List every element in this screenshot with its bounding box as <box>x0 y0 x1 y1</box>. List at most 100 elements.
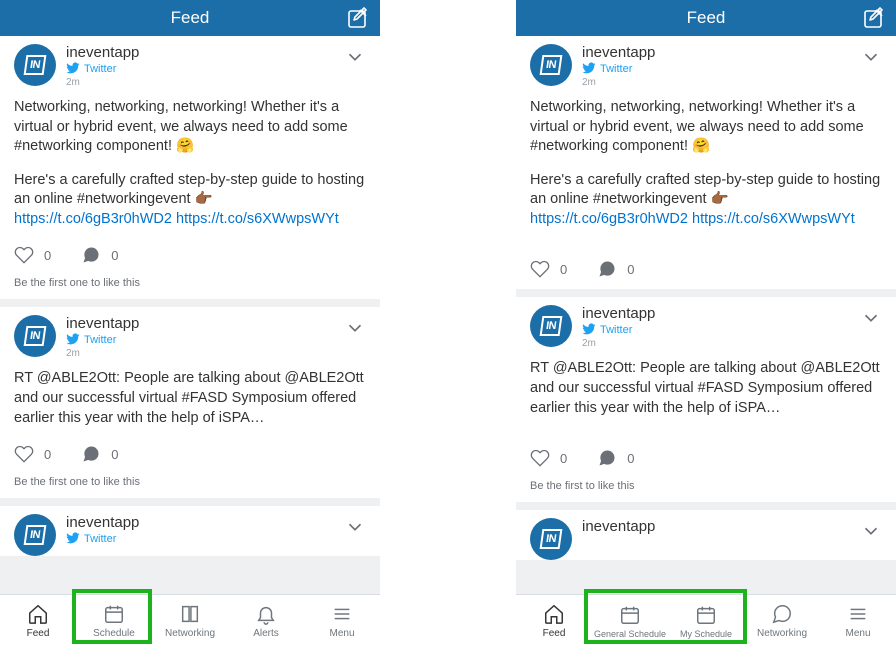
twitter-icon <box>66 333 80 347</box>
calendar-icon <box>695 604 717 626</box>
comment-button[interactable]: 0 <box>81 444 118 464</box>
post-link[interactable]: https://t.co/s6XWwpsWYt <box>692 211 855 227</box>
like-button[interactable]: 0 <box>14 444 51 464</box>
like-button[interactable]: 0 <box>530 259 567 279</box>
compose-button[interactable] <box>862 6 886 30</box>
post-author[interactable]: ineventapp <box>582 518 655 535</box>
avatar[interactable]: IN <box>530 518 572 560</box>
twitter-icon <box>582 323 596 337</box>
nav-feed[interactable]: Feed <box>0 595 76 647</box>
topbar-title: Feed <box>171 8 210 28</box>
comment-button[interactable]: 0 <box>81 245 118 265</box>
comment-count: 0 <box>627 451 634 466</box>
avatar[interactable]: IN <box>14 315 56 357</box>
compose-icon <box>346 6 370 30</box>
chevron-down-icon <box>860 307 882 329</box>
post-source: Twitter <box>84 334 116 346</box>
comment-icon <box>81 444 101 464</box>
like-count: 0 <box>560 451 567 466</box>
post-body: RT @ABLE2Ott: People are talking about @… <box>530 359 882 418</box>
post-menu-chevron[interactable] <box>344 46 366 68</box>
feed-post: IN ineventapp <box>516 510 896 560</box>
post-author[interactable]: ineventapp <box>66 315 139 332</box>
post-menu-chevron[interactable] <box>344 516 366 538</box>
comment-count: 0 <box>111 447 118 462</box>
first-like-text: Be the first one to like this <box>14 476 366 488</box>
comment-icon <box>81 245 101 265</box>
topbar: Feed <box>516 0 896 36</box>
post-link[interactable]: https://t.co/s6XWwpsWYt <box>176 211 339 227</box>
twitter-icon <box>66 62 80 76</box>
post-time: 2m <box>66 77 139 88</box>
nav-feed[interactable]: Feed <box>516 595 592 647</box>
nav-my-schedule[interactable]: My Schedule <box>668 595 744 647</box>
post-author[interactable]: ineventapp <box>66 44 139 61</box>
post-body: Networking, networking, networking! Whet… <box>530 98 882 229</box>
post-source: Twitter <box>84 533 116 545</box>
bottom-nav: Feed Schedule Networking Alerts Menu <box>0 594 380 647</box>
post-author[interactable]: ineventapp <box>66 514 139 531</box>
nav-menu[interactable]: Menu <box>304 595 380 647</box>
menu-icon <box>847 603 869 625</box>
post-author[interactable]: ineventapp <box>582 305 655 322</box>
nav-networking[interactable]: Networking <box>152 595 228 647</box>
post-link[interactable]: https://t.co/6gB3r0hWD2 <box>14 211 172 227</box>
first-like-text: Be the first to like this <box>530 480 882 492</box>
bell-icon <box>255 603 277 625</box>
nav-networking[interactable]: Networking <box>744 595 820 647</box>
home-icon <box>543 603 565 625</box>
nav-alerts[interactable]: Alerts <box>228 595 304 647</box>
twitter-icon <box>582 62 596 76</box>
heart-icon <box>530 448 550 468</box>
chevron-down-icon <box>860 46 882 68</box>
like-count: 0 <box>560 262 567 277</box>
post-menu-chevron[interactable] <box>344 317 366 339</box>
comment-icon <box>597 448 617 468</box>
post-time: 2m <box>582 77 655 88</box>
twitter-icon <box>66 532 80 546</box>
heart-icon <box>530 259 550 279</box>
phone-left: Feed IN ineventapp Twitter 2m <box>0 0 380 647</box>
post-body: RT @ABLE2Ott: People are talking about @… <box>14 369 366 428</box>
feed-post: IN ineventapp Twitter <box>0 506 380 556</box>
calendar-icon <box>103 603 125 625</box>
feed-scroll[interactable]: IN ineventapp Twitter 2m Networking, net… <box>0 36 380 594</box>
feed-post: IN ineventapp Twitter 2m Networking, net… <box>516 36 896 289</box>
compose-button[interactable] <box>346 6 370 30</box>
menu-icon <box>331 603 353 625</box>
post-source: Twitter <box>600 324 632 336</box>
post-menu-chevron[interactable] <box>860 46 882 68</box>
book-icon <box>179 603 201 625</box>
post-body: Networking, networking, networking! Whet… <box>14 98 366 229</box>
post-menu-chevron[interactable] <box>860 520 882 542</box>
topbar-title: Feed <box>687 8 726 28</box>
avatar[interactable]: IN <box>530 44 572 86</box>
nav-schedule[interactable]: Schedule <box>76 595 152 647</box>
feed-post: IN ineventapp Twitter 2m RT @ABLE2Ott: P… <box>0 307 380 498</box>
comment-button[interactable]: 0 <box>597 448 634 468</box>
post-time: 2m <box>66 348 139 359</box>
feed-scroll[interactable]: IN ineventapp Twitter 2m Networking, net… <box>516 36 896 594</box>
like-count: 0 <box>44 447 51 462</box>
topbar: Feed <box>0 0 380 36</box>
bottom-nav: Feed General Schedule My Schedule Networ… <box>516 594 896 647</box>
post-menu-chevron[interactable] <box>860 307 882 329</box>
post-link[interactable]: https://t.co/6gB3r0hWD2 <box>530 211 688 227</box>
first-like-text: Be the first one to like this <box>14 277 366 289</box>
like-count: 0 <box>44 248 51 263</box>
like-button[interactable]: 0 <box>14 245 51 265</box>
compose-icon <box>862 6 886 30</box>
nav-general-schedule[interactable]: General Schedule <box>592 595 668 647</box>
post-author[interactable]: ineventapp <box>582 44 655 61</box>
like-button[interactable]: 0 <box>530 448 567 468</box>
heart-icon <box>14 245 34 265</box>
post-source: Twitter <box>600 63 632 75</box>
avatar[interactable]: IN <box>530 305 572 347</box>
chevron-down-icon <box>344 516 366 538</box>
avatar[interactable]: IN <box>14 44 56 86</box>
nav-menu[interactable]: Menu <box>820 595 896 647</box>
post-time: 2m <box>582 338 655 349</box>
avatar[interactable]: IN <box>14 514 56 556</box>
heart-icon <box>14 444 34 464</box>
comment-button[interactable]: 0 <box>597 259 634 279</box>
